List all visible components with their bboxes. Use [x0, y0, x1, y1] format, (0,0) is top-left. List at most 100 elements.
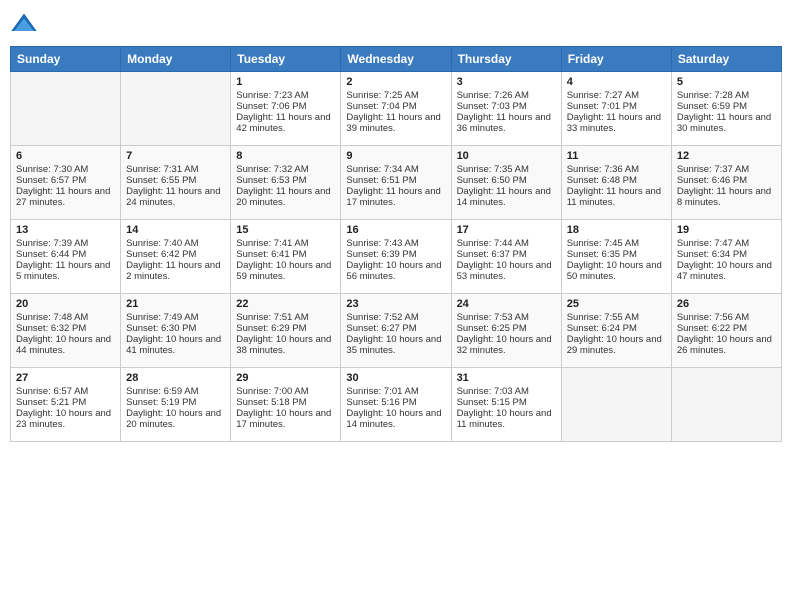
sunset-text: Sunset: 5:21 PM [16, 397, 115, 408]
sunset-text: Sunset: 5:15 PM [457, 397, 556, 408]
daylight-text: Daylight: 11 hours and 8 minutes. [677, 186, 776, 208]
day-number: 30 [346, 372, 445, 384]
calendar-cell [561, 368, 671, 442]
sunset-text: Sunset: 6:35 PM [567, 249, 666, 260]
daylight-text: Daylight: 11 hours and 11 minutes. [567, 186, 666, 208]
calendar-cell: 30 Sunrise: 7:01 AMSunset: 5:16 PMDayligh… [341, 368, 451, 442]
sunset-text: Sunset: 6:34 PM [677, 249, 776, 260]
day-number: 2 [346, 76, 445, 88]
calendar-cell: 6Sunrise: 7:30 AMSunset: 6:57 PMDaylight… [11, 146, 121, 220]
day-number: 27 [16, 372, 115, 384]
sunset-text: Sunset: 6:24 PM [567, 323, 666, 334]
sunrise-text: Sunrise: 7:47 AM [677, 238, 776, 249]
daylight-text: Daylight: 11 hours and 36 minutes. [457, 112, 556, 134]
daylight-text: Daylight: 10 hours and 14 minutes. [346, 408, 445, 430]
calendar-cell: 16Sunrise: 7:43 AMSunset: 6:39 PMDayligh… [341, 220, 451, 294]
calendar-table: SundayMondayTuesdayWednesdayThursdayFrid… [10, 46, 782, 442]
day-number: 7 [126, 150, 225, 162]
days-header-row: SundayMondayTuesdayWednesdayThursdayFrid… [11, 47, 782, 72]
daylight-text: Daylight: 10 hours and 50 minutes. [567, 260, 666, 282]
day-number: 21 [126, 298, 225, 310]
calendar-cell: 13Sunrise: 7:39 AMSunset: 6:44 PMDayligh… [11, 220, 121, 294]
sunset-text: Sunset: 6:53 PM [236, 175, 335, 186]
calendar-cell: 10Sunrise: 7:35 AMSunset: 6:50 PMDayligh… [451, 146, 561, 220]
daylight-text: Daylight: 11 hours and 30 minutes. [677, 112, 776, 134]
sunset-text: Sunset: 6:22 PM [677, 323, 776, 334]
calendar-cell: 31 Sunrise: 7:03 AMSunset: 5:15 PMDayligh… [451, 368, 561, 442]
calendar-cell: 19Sunrise: 7:47 AMSunset: 6:34 PMDayligh… [671, 220, 781, 294]
day-number: 14 [126, 224, 225, 236]
sunset-text: Sunset: 6:27 PM [346, 323, 445, 334]
sunrise-text: Sunrise: 7:44 AM [457, 238, 556, 249]
sunset-text: Sunset: 5:16 PM [346, 397, 445, 408]
sunrise-text: Sunrise: 7:25 AM [346, 90, 445, 101]
sunset-text: Sunset: 7:03 PM [457, 101, 556, 112]
daylight-text: Daylight: 11 hours and 39 minutes. [346, 112, 445, 134]
day-number: 26 [677, 298, 776, 310]
calendar-cell: 24Sunrise: 7:53 AMSunset: 6:25 PMDayligh… [451, 294, 561, 368]
calendar-cell: 27 Sunrise: 6:57 AMSunset: 5:21 PMDayligh… [11, 368, 121, 442]
daylight-text: Daylight: 11 hours and 33 minutes. [567, 112, 666, 134]
daylight-text: Daylight: 10 hours and 32 minutes. [457, 334, 556, 356]
day-number: 24 [457, 298, 556, 310]
week-row-2: 6Sunrise: 7:30 AMSunset: 6:57 PMDaylight… [11, 146, 782, 220]
daylight-text: Daylight: 10 hours and 23 minutes. [16, 408, 115, 430]
day-header-friday: Friday [561, 47, 671, 72]
day-number: 29 [236, 372, 335, 384]
calendar-cell: 14Sunrise: 7:40 AMSunset: 6:42 PMDayligh… [121, 220, 231, 294]
daylight-text: Daylight: 10 hours and 26 minutes. [677, 334, 776, 356]
week-row-4: 20Sunrise: 7:48 AMSunset: 6:32 PMDayligh… [11, 294, 782, 368]
calendar-cell: 3Sunrise: 7:26 AMSunset: 7:03 PMDaylight… [451, 72, 561, 146]
calendar-cell: 15Sunrise: 7:41 AMSunset: 6:41 PMDayligh… [231, 220, 341, 294]
day-number: 11 [567, 150, 666, 162]
day-number: 1 [236, 76, 335, 88]
sunrise-text: Sunrise: 7:31 AM [126, 164, 225, 175]
sunrise-text: Sunrise: 7:00 AM [236, 386, 335, 397]
sunset-text: Sunset: 6:55 PM [126, 175, 225, 186]
daylight-text: Daylight: 11 hours and 20 minutes. [236, 186, 335, 208]
daylight-text: Daylight: 11 hours and 17 minutes. [346, 186, 445, 208]
day-number: 31 [457, 372, 556, 384]
calendar-cell [121, 72, 231, 146]
calendar-cell: 12Sunrise: 7:37 AMSunset: 6:46 PMDayligh… [671, 146, 781, 220]
sunset-text: Sunset: 6:46 PM [677, 175, 776, 186]
day-number: 10 [457, 150, 556, 162]
page-header [10, 10, 782, 38]
sunset-text: Sunset: 7:04 PM [346, 101, 445, 112]
day-number: 23 [346, 298, 445, 310]
day-header-sunday: Sunday [11, 47, 121, 72]
daylight-text: Daylight: 10 hours and 38 minutes. [236, 334, 335, 356]
day-number: 13 [16, 224, 115, 236]
sunrise-text: Sunrise: 7:36 AM [567, 164, 666, 175]
day-header-monday: Monday [121, 47, 231, 72]
sunrise-text: Sunrise: 7:43 AM [346, 238, 445, 249]
sunset-text: Sunset: 6:32 PM [16, 323, 115, 334]
calendar-cell: 25Sunrise: 7:55 AMSunset: 6:24 PMDayligh… [561, 294, 671, 368]
day-number: 9 [346, 150, 445, 162]
sunrise-text: Sunrise: 7:30 AM [16, 164, 115, 175]
sunrise-text: Sunrise: 7:32 AM [236, 164, 335, 175]
week-row-3: 13Sunrise: 7:39 AMSunset: 6:44 PMDayligh… [11, 220, 782, 294]
daylight-text: Daylight: 11 hours and 2 minutes. [126, 260, 225, 282]
calendar-cell: 18Sunrise: 7:45 AMSunset: 6:35 PMDayligh… [561, 220, 671, 294]
sunset-text: Sunset: 6:39 PM [346, 249, 445, 260]
sunrise-text: Sunrise: 6:57 AM [16, 386, 115, 397]
sunrise-text: Sunrise: 7:56 AM [677, 312, 776, 323]
daylight-text: Daylight: 11 hours and 27 minutes. [16, 186, 115, 208]
sunrise-text: Sunrise: 7:03 AM [457, 386, 556, 397]
calendar-cell: 22Sunrise: 7:51 AMSunset: 6:29 PMDayligh… [231, 294, 341, 368]
sunrise-text: Sunrise: 7:01 AM [346, 386, 445, 397]
sunset-text: Sunset: 6:37 PM [457, 249, 556, 260]
calendar-cell: 8Sunrise: 7:32 AMSunset: 6:53 PMDaylight… [231, 146, 341, 220]
sunset-text: Sunset: 6:48 PM [567, 175, 666, 186]
calendar-cell [11, 72, 121, 146]
daylight-text: Daylight: 10 hours and 56 minutes. [346, 260, 445, 282]
logo-icon [10, 10, 38, 38]
daylight-text: Daylight: 10 hours and 11 minutes. [457, 408, 556, 430]
sunrise-text: Sunrise: 7:49 AM [126, 312, 225, 323]
sunrise-text: Sunrise: 7:28 AM [677, 90, 776, 101]
calendar-cell: 5Sunrise: 7:28 AMSunset: 6:59 PMDaylight… [671, 72, 781, 146]
sunrise-text: Sunrise: 7:51 AM [236, 312, 335, 323]
sunset-text: Sunset: 6:42 PM [126, 249, 225, 260]
sunset-text: Sunset: 6:50 PM [457, 175, 556, 186]
